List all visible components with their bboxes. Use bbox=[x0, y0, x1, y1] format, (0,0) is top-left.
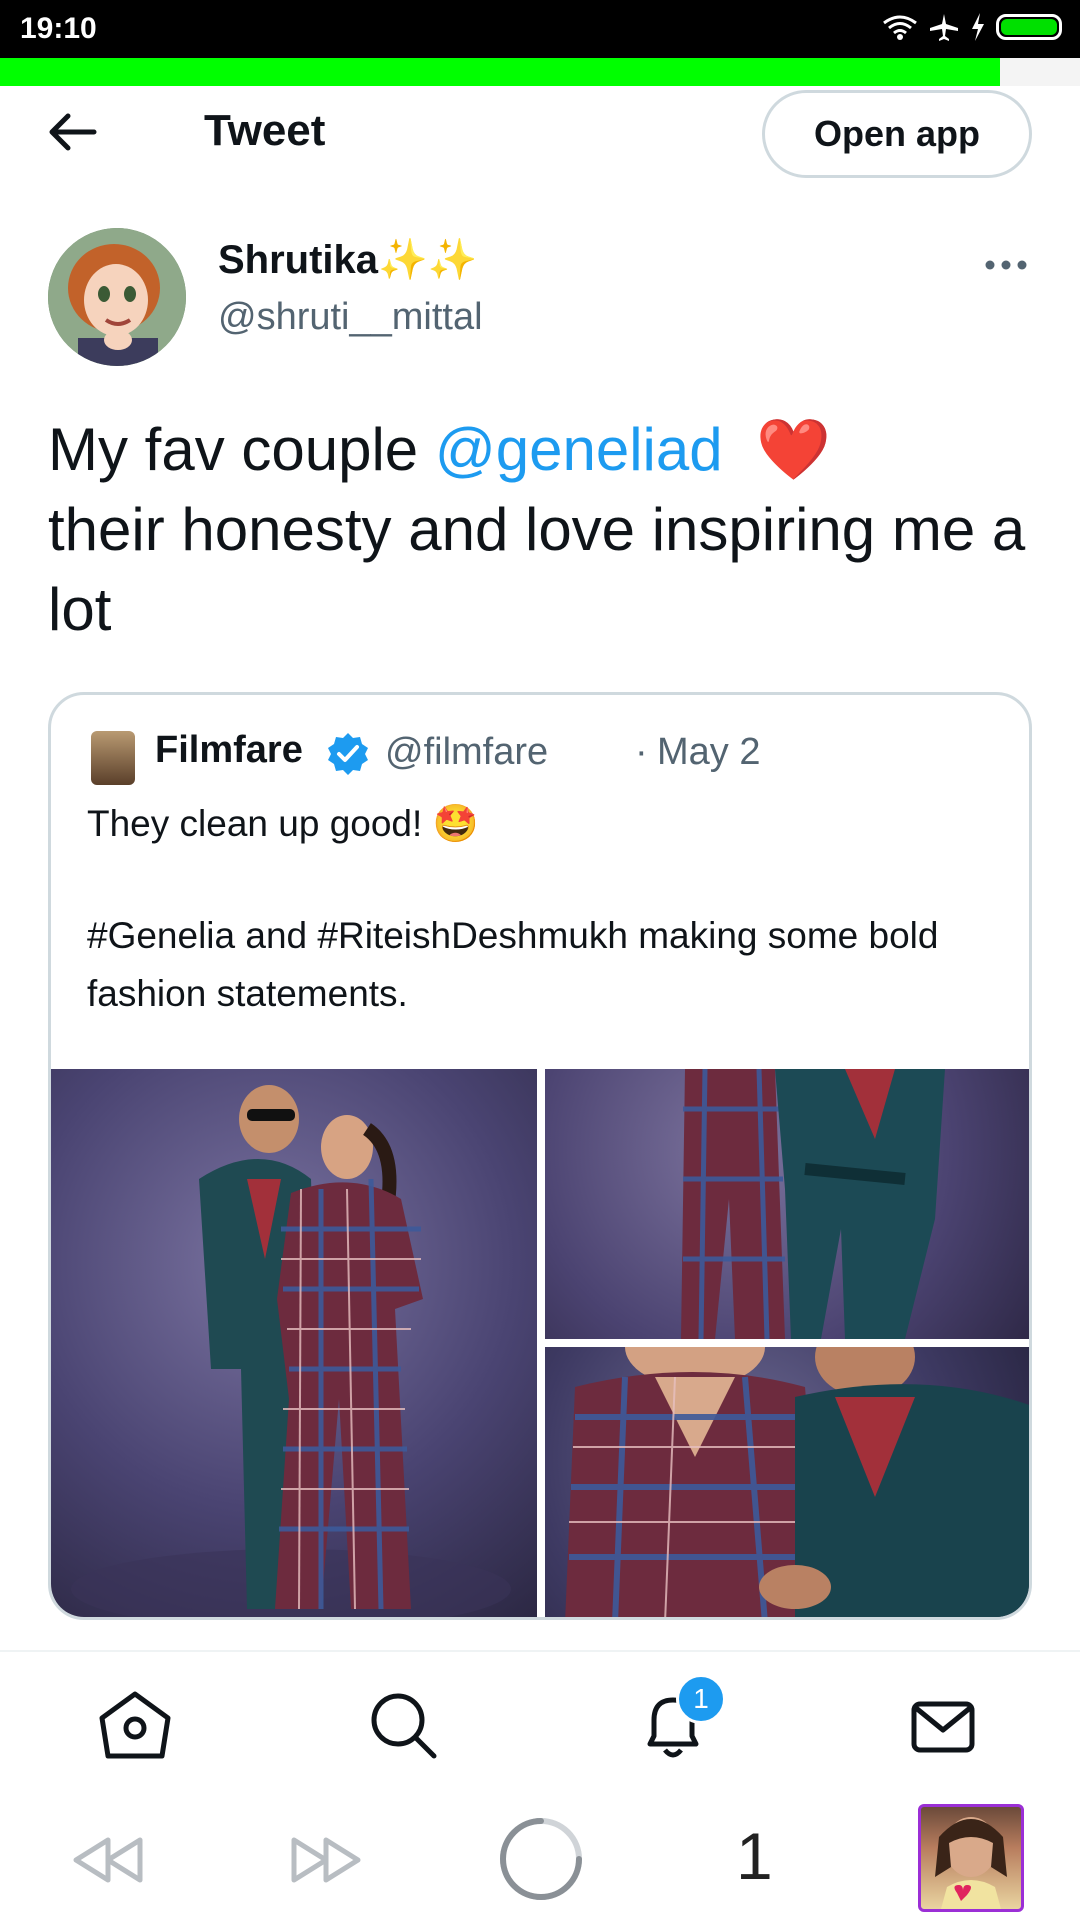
notification-badge: 1 bbox=[676, 1674, 726, 1724]
media-photo-3[interactable] bbox=[545, 1347, 1029, 1617]
back-nav-icon[interactable] bbox=[70, 1830, 146, 1890]
status-time: 19:10 bbox=[20, 12, 97, 45]
quote-separator: · bbox=[635, 731, 648, 773]
avatar-illustration bbox=[48, 228, 186, 366]
airplane-icon bbox=[930, 14, 958, 41]
quote-date: May 2 bbox=[657, 731, 761, 773]
verified-badge-icon bbox=[328, 733, 368, 775]
tweet-text-end: their honesty and love inspiring me a lo… bbox=[48, 496, 1026, 643]
open-app-button[interactable]: Open app bbox=[762, 90, 1032, 178]
battery-icon bbox=[996, 14, 1062, 40]
progress-fill bbox=[0, 58, 1001, 86]
quoted-tweet-card[interactable]: Filmfare @filmfare · May 2 They clean up… bbox=[48, 692, 1032, 1620]
author-handle[interactable]: @shruti__mittal bbox=[218, 296, 483, 339]
charging-icon bbox=[972, 13, 984, 41]
media-photo-1[interactable] bbox=[51, 1069, 537, 1617]
author-name[interactable]: Shrutika✨✨ bbox=[218, 236, 478, 283]
heart-emoji: ❤️ bbox=[755, 416, 831, 483]
wifi-icon bbox=[883, 15, 917, 40]
nav-divider bbox=[0, 1650, 1080, 1652]
page-title: Tweet bbox=[204, 106, 326, 155]
status-icons bbox=[882, 12, 1062, 42]
loading-spinner-icon[interactable] bbox=[496, 1814, 586, 1904]
quote-text-line-1: They clean up good! 🤩 bbox=[87, 803, 479, 844]
author-name-text: Shrutika bbox=[218, 238, 379, 282]
page-load-progress bbox=[0, 58, 1080, 86]
messages-mail-icon[interactable] bbox=[898, 1680, 988, 1770]
author-avatar[interactable] bbox=[48, 228, 186, 366]
home-icon[interactable] bbox=[90, 1680, 180, 1770]
tweet-text-start: My fav couple bbox=[48, 416, 435, 483]
status-bar: 19:10 bbox=[0, 0, 1080, 58]
media-photo-2[interactable] bbox=[545, 1069, 1029, 1339]
quote-author-handle: @filmfare bbox=[385, 731, 549, 773]
tweet-text: My fav couple @geneliad ❤️ their honesty… bbox=[48, 410, 1038, 650]
search-icon[interactable] bbox=[358, 1680, 448, 1770]
quote-text-line-2: #Genelia and #RiteishDeshmukh making som… bbox=[87, 915, 939, 1014]
profile-thumbnail[interactable] bbox=[918, 1804, 1024, 1912]
mention-link[interactable]: @geneliad bbox=[435, 416, 723, 483]
thumbnail-image bbox=[935, 1817, 1007, 1909]
tab-count[interactable]: 1 bbox=[736, 1818, 773, 1894]
more-options-icon[interactable] bbox=[984, 258, 1028, 272]
sparkles-emoji: ✨✨ bbox=[378, 238, 478, 282]
quote-author-name: Filmfare bbox=[155, 729, 303, 771]
back-arrow-icon[interactable] bbox=[44, 108, 100, 156]
forward-nav-icon[interactable] bbox=[288, 1830, 364, 1890]
quote-avatar bbox=[91, 731, 135, 785]
